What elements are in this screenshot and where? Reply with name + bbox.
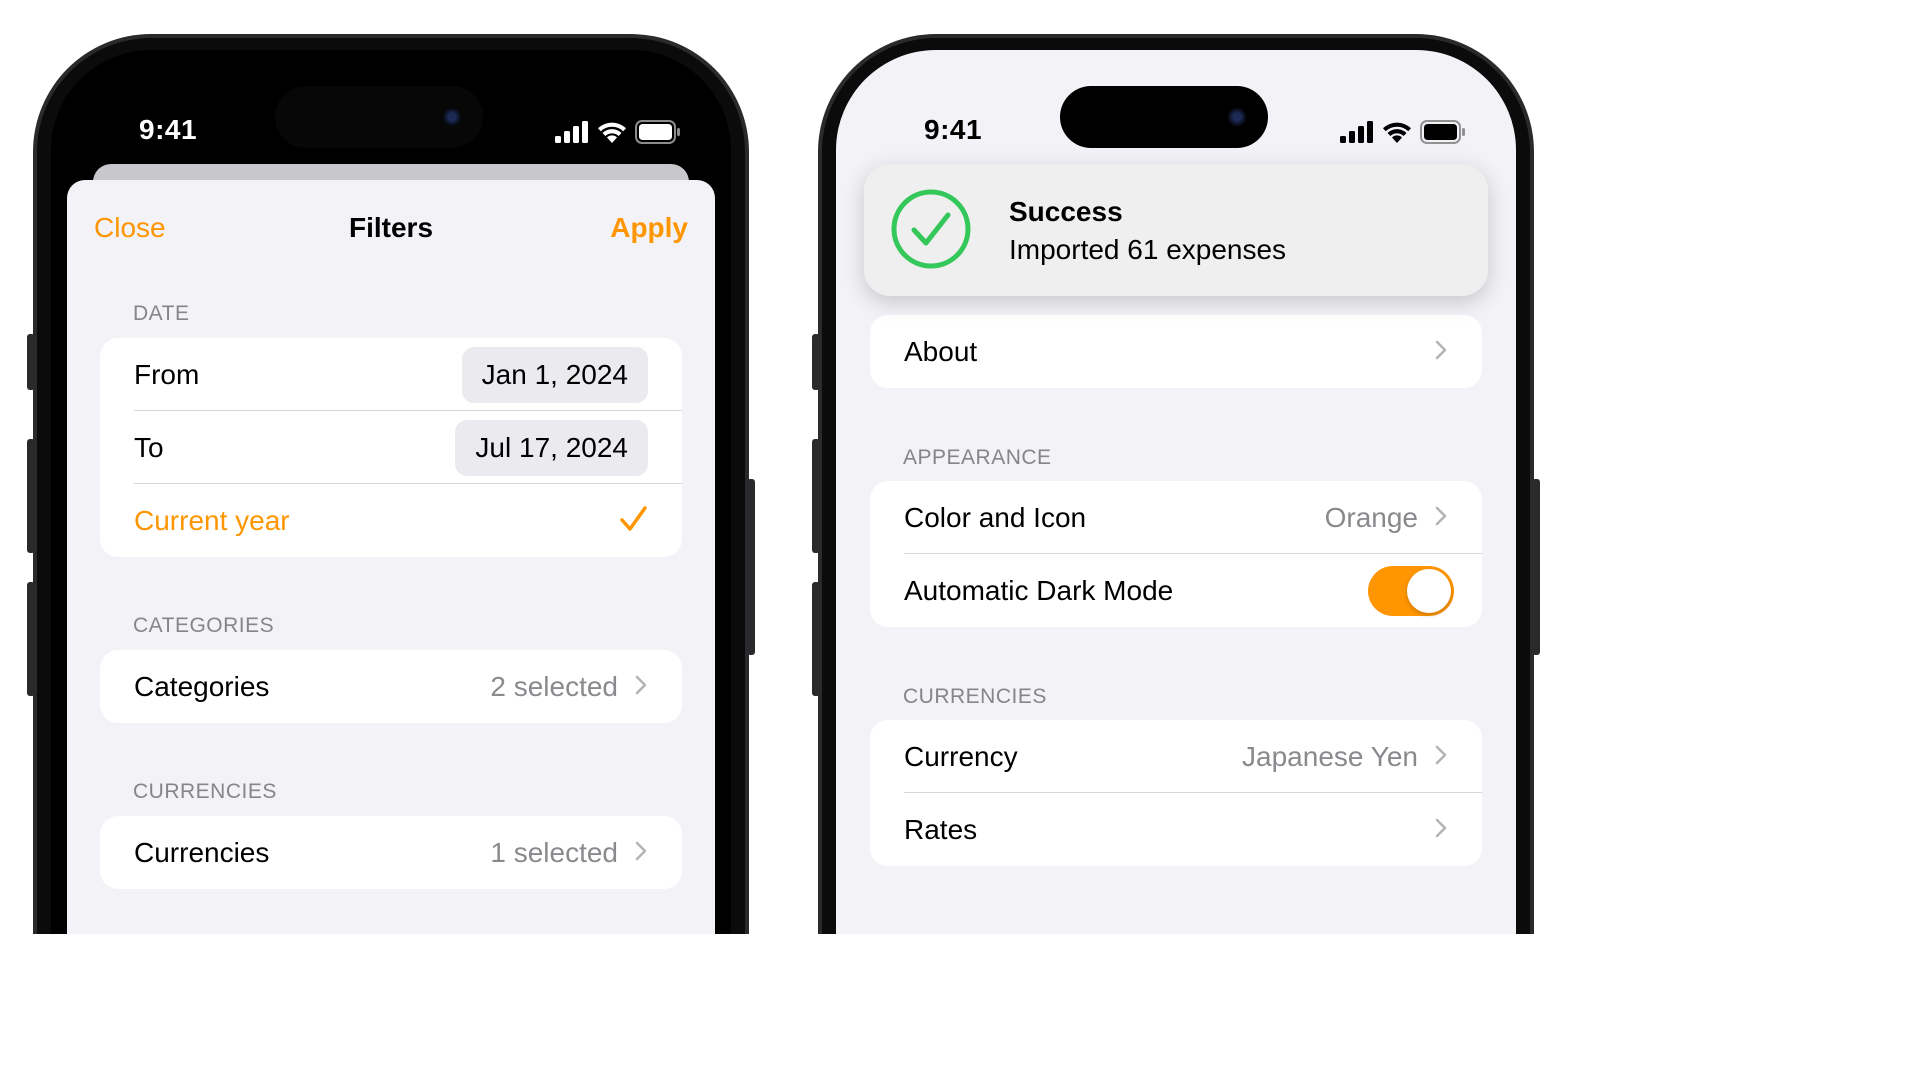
phone-settings: 9:41 About APPEARANCE Color and Icon Ora… bbox=[812, 34, 1540, 934]
categories-label: Categories bbox=[134, 670, 270, 702]
navigation-bar: Close Filters Apply bbox=[67, 200, 715, 260]
wifi-icon bbox=[597, 121, 627, 148]
to-row: To Jul 17, 2024 bbox=[100, 411, 682, 484]
success-check-icon bbox=[890, 188, 972, 275]
rates-row[interactable]: Rates bbox=[870, 793, 1482, 866]
currencies-label: Currencies bbox=[134, 836, 270, 868]
current-year-label: Current year bbox=[134, 504, 290, 536]
filters-sheet: Close Filters Apply DATE From Jan 1, 202… bbox=[67, 180, 715, 934]
toast-title: Success bbox=[1009, 196, 1123, 227]
toast-message: Imported 61 expenses bbox=[1009, 234, 1287, 265]
currencies-group: Currencies 1 selected bbox=[100, 816, 682, 889]
categories-row[interactable]: Categories 2 selected bbox=[100, 650, 682, 723]
volume-down-button bbox=[27, 582, 35, 696]
date-group: From Jan 1, 2024 To Jul 17, 2024 Current… bbox=[100, 338, 682, 557]
signal-icon bbox=[555, 121, 589, 148]
signal-icon bbox=[1340, 121, 1374, 148]
status-time: 9:41 bbox=[139, 114, 198, 145]
rates-label: Rates bbox=[904, 813, 978, 845]
categories-value: 2 selected bbox=[490, 670, 618, 702]
current-year-row[interactable]: Current year bbox=[100, 484, 682, 557]
power-button bbox=[747, 479, 755, 655]
action-button bbox=[27, 334, 35, 390]
chevron-right-icon bbox=[1434, 339, 1448, 361]
from-date-picker[interactable]: Jan 1, 2024 bbox=[461, 347, 648, 403]
screen: 9:41 Close Filters Apply DATE From Jan 1… bbox=[51, 50, 731, 934]
battery-icon bbox=[1420, 120, 1466, 149]
currency-row[interactable]: Currency Japanese Yen bbox=[870, 720, 1482, 793]
status-bar: 9:41 bbox=[51, 50, 731, 170]
status-icons bbox=[555, 120, 681, 149]
currencies-section-header: CURRENCIES bbox=[903, 685, 1047, 708]
categories-section-header: CATEGORIES bbox=[133, 614, 275, 637]
about-group: About bbox=[870, 315, 1482, 388]
color-and-icon-label: Color and Icon bbox=[904, 501, 1087, 533]
power-button bbox=[1532, 479, 1540, 655]
success-toast[interactable]: Success Imported 61 expenses bbox=[864, 164, 1488, 296]
chevron-right-icon bbox=[1434, 744, 1448, 766]
status-time: 9:41 bbox=[924, 114, 983, 145]
automatic-dark-mode-row: Automatic Dark Mode bbox=[870, 554, 1482, 627]
volume-up-button bbox=[27, 439, 35, 553]
to-date-picker[interactable]: Jul 17, 2024 bbox=[455, 420, 648, 476]
phone-filters: 9:41 Close Filters Apply DATE From Jan 1… bbox=[27, 34, 755, 934]
chevron-right-icon bbox=[634, 840, 648, 862]
front-camera bbox=[1228, 108, 1246, 126]
automatic-dark-mode-label: Automatic Dark Mode bbox=[904, 574, 1174, 606]
currency-value: Japanese Yen bbox=[1242, 740, 1418, 772]
automatic-dark-mode-toggle[interactable] bbox=[1368, 566, 1454, 616]
about-label: About bbox=[904, 335, 978, 367]
battery-icon bbox=[635, 120, 681, 149]
to-label: To bbox=[134, 431, 164, 463]
checkmark-icon bbox=[618, 504, 648, 541]
volume-up-button bbox=[812, 439, 820, 553]
status-bar: 9:41 bbox=[836, 50, 1516, 170]
color-and-icon-value: Orange bbox=[1324, 501, 1418, 533]
chevron-right-icon bbox=[1434, 817, 1448, 839]
appearance-section-header: APPEARANCE bbox=[903, 446, 1052, 469]
dynamic-island bbox=[275, 86, 483, 148]
from-label: From bbox=[134, 358, 200, 390]
chevron-right-icon bbox=[634, 674, 648, 696]
currencies-section-header: CURRENCIES bbox=[133, 780, 277, 803]
action-button bbox=[812, 334, 820, 390]
chevron-right-icon bbox=[1434, 505, 1448, 527]
screen: 9:41 About APPEARANCE Color and Icon Ora… bbox=[836, 50, 1516, 934]
apply-button[interactable]: Apply bbox=[610, 212, 688, 244]
dynamic-island bbox=[1060, 86, 1268, 148]
about-row[interactable]: About bbox=[870, 315, 1482, 388]
currencies-row[interactable]: Currencies 1 selected bbox=[100, 816, 682, 889]
appearance-group: Color and Icon Orange Automatic Dark Mod… bbox=[870, 481, 1482, 627]
color-and-icon-row[interactable]: Color and Icon Orange bbox=[870, 481, 1482, 554]
from-row: From Jan 1, 2024 bbox=[100, 338, 682, 411]
wifi-icon bbox=[1382, 121, 1412, 148]
currency-label: Currency bbox=[904, 740, 1018, 772]
currencies-value: 1 selected bbox=[490, 836, 618, 868]
front-camera bbox=[443, 108, 461, 126]
currencies-group: Currency Japanese Yen Rates bbox=[870, 720, 1482, 866]
status-icons bbox=[1340, 120, 1466, 149]
date-section-header: DATE bbox=[133, 302, 190, 325]
toggle-knob bbox=[1407, 569, 1451, 613]
volume-down-button bbox=[812, 582, 820, 696]
categories-group: Categories 2 selected bbox=[100, 650, 682, 723]
